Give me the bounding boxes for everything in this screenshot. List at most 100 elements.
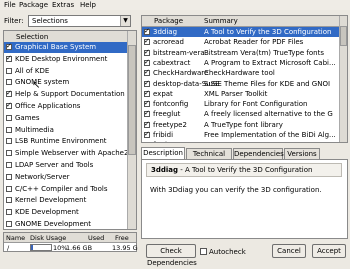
selection-item[interactable]: KDE Development (4, 207, 136, 218)
package-row[interactable]: freeglut A freely licensed alternative to… (142, 108, 342, 119)
checkbox[interactable] (6, 221, 12, 227)
package-summary: Acrobat Reader for PDF Files (204, 38, 304, 47)
selection-item-label: Simple Webserver with Apache2 (15, 149, 129, 158)
checkbox[interactable] (144, 26, 150, 36)
checkbox[interactable] (144, 88, 150, 98)
checkbox[interactable] (144, 108, 150, 119)
package-summary: XML Parser Toolkit (204, 89, 268, 98)
selection-item-label: Network/Server (15, 172, 70, 181)
checkbox[interactable] (6, 114, 12, 121)
package-row[interactable]: cabextract A Program to Extract Microsoft… (142, 57, 342, 68)
package-row[interactable]: bitstream-veraBitstream Vera(tm) TrueTyp… (142, 47, 342, 58)
selection-item[interactable]: Multimedia (4, 125, 136, 136)
selection-item[interactable]: Office Applications (4, 100, 136, 112)
package-summary: Bitstream Vera(tm) TrueType fonts (204, 48, 324, 57)
checkbox[interactable] (144, 36, 150, 47)
selection-item[interactable]: GNOME Development (4, 219, 136, 229)
checkbox[interactable] (144, 98, 150, 108)
checkbox[interactable] (6, 88, 12, 99)
checkbox[interactable] (6, 100, 12, 111)
checkbox[interactable] (6, 173, 12, 180)
checkbox[interactable] (144, 129, 150, 139)
autocheck-checkbox[interactable] (200, 248, 207, 255)
selection-item[interactable]: Network/Server (4, 172, 136, 183)
checkbox[interactable] (6, 41, 12, 52)
selection-item[interactable]: Help & Support Documentation (4, 88, 136, 100)
package-name: fribidi (153, 131, 174, 139)
selection-item[interactable]: Graphical Base System (4, 41, 136, 53)
checkbox[interactable] (6, 126, 12, 133)
filter-label: Filter: (4, 17, 24, 25)
filter-select[interactable]: Selections ▼ (28, 15, 131, 27)
checkbox[interactable] (6, 79, 12, 86)
checkbox[interactable] (144, 47, 150, 57)
scrollbar-thumb[interactable] (340, 26, 347, 46)
package-row[interactable]: fribidi Free Implementation of the BiDi A… (142, 129, 342, 140)
package-row[interactable]: fontconfig Library for Font Configuration (142, 98, 342, 109)
tab-technical-data[interactable]: Technical Data (186, 148, 232, 169)
checkbox[interactable] (144, 142, 150, 143)
tab-versions[interactable]: Versions (284, 148, 320, 159)
description-body: With 3Ddiag you can verify the 3D config… (150, 186, 322, 194)
package-row[interactable]: CheckHardwareCheckHardware tool (142, 67, 342, 78)
selection-scrollbar[interactable] (127, 31, 136, 229)
selection-item[interactable]: All of KDE (4, 66, 136, 77)
package-row[interactable]: acroread Acrobat Reader for PDF Files (142, 36, 342, 47)
checkbox[interactable] (6, 67, 12, 74)
package-row[interactable]: ft2demos Some FreeType2 Demo Programs (142, 140, 342, 143)
menubar: File Package Extras Help (0, 0, 350, 10)
package-name: freeglut (153, 110, 181, 119)
cancel-button[interactable]: Cancel (272, 244, 306, 258)
selection-item[interactable]: LSB Runtime Environment (4, 136, 136, 147)
checkbox[interactable] (6, 138, 12, 145)
package-row[interactable]: desktop-data-SuSESuSE Theme Files for KD… (142, 78, 342, 89)
description-title: 3ddiag - A Tool to Verify the 3D Configu… (146, 163, 342, 177)
col-package[interactable]: Package (154, 17, 183, 25)
checkbox[interactable] (6, 162, 12, 168)
check-dependencies-button[interactable]: Check Dependencies (146, 244, 197, 267)
checkbox[interactable] (144, 67, 150, 77)
checkbox[interactable] (6, 209, 12, 216)
selection-item[interactable]: Kernel Development (4, 195, 136, 206)
package-name: fontconfig (153, 100, 189, 109)
package-scrollbar[interactable] (339, 16, 347, 142)
package-summary: Some FreeType2 Demo Programs (204, 140, 342, 142)
checkbox[interactable] (144, 119, 150, 129)
package-row[interactable]: expat XML Parser Toolkit (142, 88, 342, 99)
menu-file[interactable]: File (4, 1, 16, 9)
checkbox[interactable] (6, 185, 12, 192)
selection-item[interactable]: KDE Desktop Environment (4, 53, 136, 65)
package-summary: A TrueType font library (204, 120, 283, 129)
selection-item-label: C/C++ Compiler and Tools (15, 184, 108, 193)
menu-extras[interactable]: Extras (52, 1, 74, 9)
package-row[interactable]: 3ddiag A Tool to Verify the 3D Configurat… (142, 26, 342, 38)
description-summary: - A Tool to Verify the 3D Configuration (178, 166, 313, 174)
selection-item[interactable]: Simple Webserver with Apache2 (4, 148, 136, 159)
tab-dependencies[interactable]: Dependencies (233, 148, 284, 159)
package-name: freetype2 (153, 120, 187, 129)
checkbox[interactable] (144, 78, 150, 88)
checkbox[interactable] (6, 150, 12, 157)
menu-package[interactable]: Package (19, 1, 48, 9)
package-summary: Library for Font Configuration (204, 100, 308, 109)
selection-item[interactable]: GNOME system (4, 77, 136, 88)
selection-item[interactable]: C/C++ Compiler and Tools (4, 184, 136, 195)
menu-help[interactable]: Help (80, 1, 96, 9)
scrollbar-thumb[interactable] (128, 45, 136, 155)
selection-item-label: LSB Runtime Environment (15, 137, 107, 146)
package-table[interactable]: Package Summary 3ddiag A Tool to Verify t… (141, 15, 348, 143)
selection-item[interactable]: Games (4, 113, 136, 124)
selection-list[interactable]: Selection Graphical Base System KDE Deskt… (3, 30, 137, 230)
checkbox[interactable] (144, 57, 150, 67)
package-name: CheckHardware (153, 69, 209, 78)
disk-usage-row: / 10% 1.66 GB 13.95 G (4, 243, 138, 252)
accept-button[interactable]: Accept (312, 244, 346, 258)
checkbox[interactable] (6, 197, 12, 204)
selection-item[interactable]: LDAP Server and Tools (4, 160, 136, 171)
package-name: expat (153, 89, 173, 98)
selection-item-label: GNOME Development (15, 220, 91, 228)
package-row[interactable]: freetype2 A TrueType font library (142, 119, 342, 130)
checkbox[interactable] (6, 53, 12, 63)
package-summary: A Tool to Verify the 3D Configuration (204, 28, 332, 36)
col-summary[interactable]: Summary (204, 17, 238, 25)
